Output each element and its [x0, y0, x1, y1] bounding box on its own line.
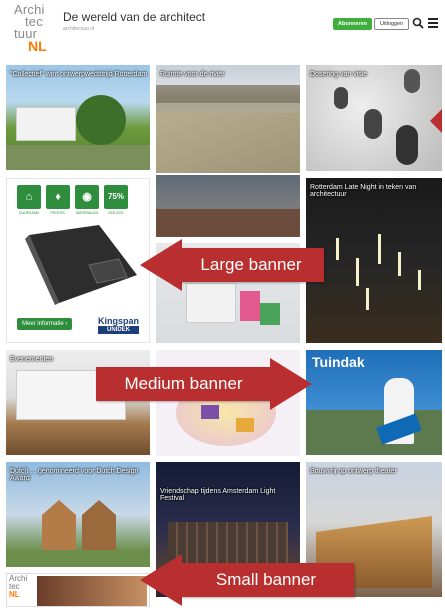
article-tile-1[interactable]: "Collectief" wint ontwerpwedstrijd Rotte… [6, 65, 150, 170]
brand-sub: UNIDEK [97, 326, 139, 334]
menu-icon[interactable] [428, 18, 438, 28]
logo-line-4: NL [28, 38, 47, 54]
tile-caption: Bouwvrij op ontwerp theater [310, 468, 397, 475]
subscribe-button[interactable]: Abonneren [333, 18, 373, 30]
brand-name: Kingspan [97, 316, 139, 326]
article-tile-7[interactable]: Evenementen [6, 350, 150, 455]
article-tile-4[interactable] [156, 175, 300, 237]
tile-caption: Dutch ... genomineerd voor Dutch Design … [10, 468, 139, 482]
search-icon[interactable] [412, 17, 424, 29]
small-ad-logo: Archi tec NL [9, 575, 27, 599]
kingspan-logo: Kingspan UNIDEK [97, 316, 139, 334]
badge-label: ISOLATIE [108, 211, 124, 215]
tile-caption: Dosering van visie [310, 71, 368, 78]
tile-caption: "Collectief" wint ontwerpwedstrijd Rotte… [10, 71, 148, 78]
percentage-badge: 75% [104, 185, 128, 209]
profile-icon: ♦ [46, 185, 70, 209]
site-header: Archi tec tuur NL De wereld van de archi… [0, 0, 445, 60]
large-banner-ad[interactable]: ⌂ ♦ ◉ 75% DUURZAAM PROFIEL MATERIALEN IS… [6, 178, 150, 343]
large-banner-label: Large banner [178, 248, 324, 282]
small-ad-logo-line-4: NL [9, 590, 20, 599]
material-icon: ◉ [75, 185, 99, 209]
tile-caption: Evenementen [10, 356, 54, 363]
tile-caption: Vriendschap tijdens Amsterdam Light Fest… [160, 488, 276, 502]
small-banner-arrow [140, 554, 182, 606]
article-tile-2[interactable]: Ruimte voor de rivier [156, 65, 300, 173]
large-banner-arrow [140, 239, 182, 291]
tile-caption: Rotterdam Late Night in teken van archit… [310, 184, 417, 198]
house-icon: ⌂ [17, 185, 41, 209]
more-info-button[interactable]: Meer informatie › [17, 318, 73, 330]
ad-title: Tuindak [312, 354, 365, 370]
roof-panel-image [25, 225, 137, 305]
site-logo[interactable]: Archi tec tuur NL [14, 3, 60, 56]
site-title: De wereld van de architect [63, 10, 206, 24]
tuindak-banner-ad[interactable]: Tuindak [306, 350, 442, 455]
medium-banner-label: Medium banner [96, 367, 271, 401]
article-tile-3[interactable]: Dosering van visie [306, 65, 442, 171]
article-tile-9[interactable]: Dutch ... genomineerd voor Dutch Design … [6, 462, 150, 567]
medium-banner-arrow [270, 358, 312, 410]
badge-label: DUURZAAM [19, 211, 39, 215]
small-banner-ad[interactable]: Archi tec NL [6, 573, 150, 607]
logout-button[interactable]: Uitloggen [374, 18, 410, 30]
small-banner-label: Small banner [178, 563, 354, 597]
article-tile-5[interactable]: Rotterdam Late Night in teken van archit… [306, 178, 442, 343]
site-subtitle: architectuur.nl [63, 26, 95, 32]
ad-badges: ⌂ ♦ ◉ 75% [17, 185, 128, 209]
badge-label: PROFIEL [50, 211, 66, 215]
badge-label: MATERIALEN [75, 211, 99, 215]
tile-caption: Ruimte voor de rivier [160, 71, 225, 78]
